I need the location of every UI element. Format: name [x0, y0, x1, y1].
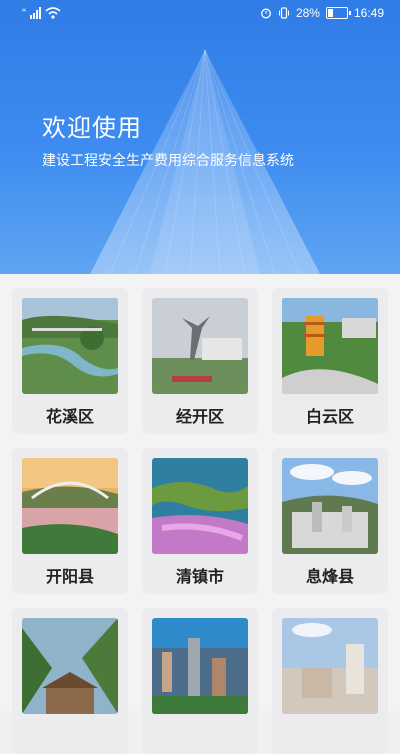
district-photo — [22, 458, 118, 554]
district-photo — [282, 618, 378, 714]
district-card-xifeng[interactable]: 息烽县 — [272, 448, 388, 594]
district-label: 白云区 — [305, 407, 354, 426]
district-label: 经开区 — [175, 407, 224, 426]
district-card-7[interactable] — [12, 608, 128, 754]
district-label: 花溪区 — [45, 407, 94, 426]
battery-icon — [325, 7, 351, 19]
status-bar: “ 28% 16:49 — [0, 0, 400, 28]
district-photo — [152, 618, 248, 714]
district-card-huaxi[interactable]: 花溪区 — [12, 288, 128, 434]
clock: 16:49 — [353, 6, 384, 20]
district-photo — [282, 458, 378, 554]
district-card-baiyun[interactable]: 白云区 — [272, 288, 388, 434]
district-label: 清镇市 — [175, 567, 224, 586]
battery-percent: 28% — [295, 6, 320, 20]
district-card-kaiyang[interactable]: 开阳县 — [12, 448, 128, 594]
signal-icon — [30, 7, 41, 19]
welcome-title: 欢迎使用 — [42, 114, 142, 142]
district-card-8[interactable] — [142, 608, 258, 754]
header-banner: 欢迎使用 建设工程安全生产费用综合服务信息系统 — [0, 0, 400, 274]
district-label: 息烽县 — [305, 567, 354, 586]
district-photo — [22, 298, 118, 394]
system-subtitle: 建设工程安全生产费用综合服务信息系统 — [42, 153, 294, 169]
district-card-9[interactable] — [272, 608, 388, 754]
alarm-icon — [260, 8, 271, 19]
district-photo — [22, 618, 118, 714]
district-photo — [152, 458, 248, 554]
district-photo — [282, 298, 378, 394]
district-grid: 花溪区 经开区 白云区 开阳县 清镇市 息烽县 — [0, 274, 400, 754]
district-card-qingzhen[interactable]: 清镇市 — [142, 448, 258, 594]
wifi-icon — [45, 7, 61, 19]
signal-prefix: “ — [22, 6, 26, 20]
vibrate-icon — [278, 7, 289, 19]
district-photo — [152, 298, 248, 394]
district-label: 开阳县 — [45, 567, 94, 586]
district-card-jingkai[interactable]: 经开区 — [142, 288, 258, 434]
